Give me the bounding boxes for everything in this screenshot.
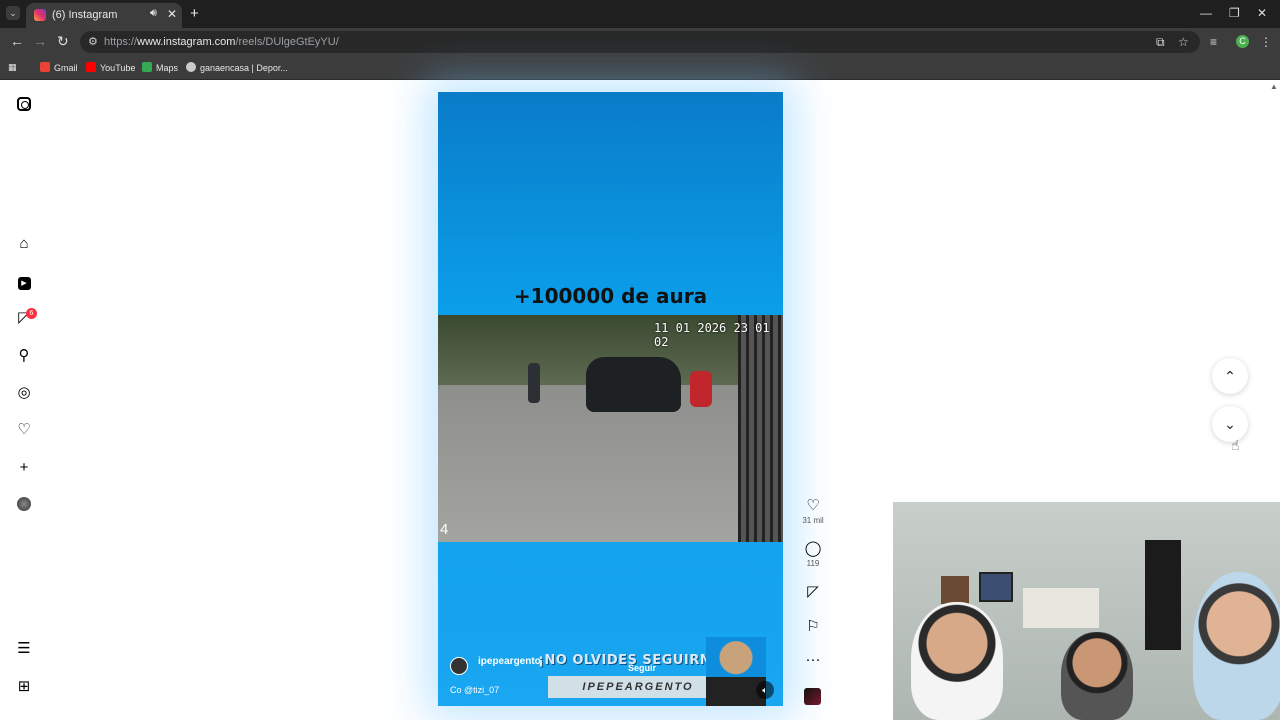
scroll-up-arrow-icon[interactable]: ▲ <box>1270 82 1278 91</box>
person-right <box>1193 572 1280 720</box>
comment-count: 119 <box>806 559 820 568</box>
messages-badge: 6 <box>26 308 37 319</box>
media-controls-icon[interactable]: ≡ <box>1210 35 1217 49</box>
url-text[interactable]: https://www.instagram.com/reels/DUlgeGtE… <box>104 36 339 48</box>
more-menu-icon[interactable]: ☰ <box>16 641 32 657</box>
more-options-action[interactable]: ··· <box>802 652 824 668</box>
menu-kebab-icon[interactable]: ⋮ <box>1260 35 1272 49</box>
bookmark-ganaencasa[interactable]: ganaencasa | Depor... <box>186 62 288 73</box>
chevron-down-icon: ⌄ <box>1224 416 1236 432</box>
wall-picture <box>941 576 969 604</box>
wall-picture <box>979 572 1013 602</box>
motorcycle-riders <box>690 371 712 407</box>
mute-toggle-icon[interactable]: 🔈︎ <box>756 681 774 699</box>
reel-author-username[interactable]: ipepeargento <box>478 656 541 667</box>
reels-icon[interactable]: ▶ <box>16 273 32 290</box>
maps-icon <box>142 62 152 72</box>
reload-icon[interactable]: ↻ <box>57 33 69 50</box>
cctv-footage: 11 01 2026 23 01 02 4 <box>438 315 783 542</box>
comment-action[interactable]: ◯ 119 <box>802 541 824 569</box>
forward-icon[interactable]: → <box>33 33 47 49</box>
tab-close-button[interactable]: ✕ <box>167 7 177 21</box>
reel-video[interactable]: +100000 de aura 11 01 2026 23 01 02 4 ip… <box>438 92 783 706</box>
profile-avatar[interactable]: C <box>1236 35 1249 48</box>
running-person <box>528 363 540 403</box>
youtube-icon <box>86 62 96 72</box>
cctv-timestamp: 11 01 2026 23 01 02 <box>654 321 770 349</box>
tab-search-icon[interactable]: ⌄ <box>6 6 20 20</box>
comment-icon[interactable]: ◯ <box>802 541 824 557</box>
browser-tab-strip: ⌄ (6) Instagram 🔊︎ ✕ + — ❐ ✕ <box>0 0 1280 28</box>
address-bar[interactable]: ⚙ https://www.instagram.com/reels/DUlgeG… <box>80 31 1200 53</box>
like-count: 31 mil <box>802 516 824 525</box>
new-tab-button[interactable]: + <box>190 5 199 22</box>
next-reel-button[interactable]: ⌄ <box>1212 406 1248 442</box>
heart-icon[interactable]: ♡ <box>802 498 824 514</box>
bookmark-youtube[interactable]: YouTube <box>86 62 135 73</box>
chevron-up-icon: ⌃ <box>1224 368 1236 384</box>
also-from-meta-icon[interactable]: ⊞ <box>16 679 32 695</box>
speaker-icon[interactable]: 🔊︎ <box>150 7 157 20</box>
apps-grid-icon[interactable]: ▦ <box>8 62 17 73</box>
window-close-icon[interactable]: ✕ <box>1257 6 1267 20</box>
bookmark-gmail[interactable]: Gmail <box>40 62 78 73</box>
browser-tab-instagram[interactable]: (6) Instagram 🔊︎ ✕ <box>26 3 182 28</box>
install-app-icon[interactable]: ⧉ <box>1156 35 1165 50</box>
browser-toolbar: ← → ↻ ⚙ https://www.instagram.com/reels/… <box>0 28 1280 56</box>
person-left <box>911 602 1003 720</box>
create-plus-icon[interactable]: + <box>16 460 32 476</box>
notifications-heart-icon[interactable]: ♡ <box>16 422 32 438</box>
iron-fence <box>738 315 783 542</box>
dark-door <box>1145 540 1181 650</box>
bookmark-icon[interactable]: ⚐ <box>802 619 824 635</box>
previous-reel-button[interactable]: ⌃ <box>1212 358 1248 394</box>
person-middle <box>1061 632 1133 720</box>
home-icon[interactable]: ⌂ <box>16 236 32 252</box>
save-action[interactable]: ⚐ <box>802 619 824 635</box>
bookmarks-bar: ▦ Gmail YouTube Maps ganaencasa | Depor.… <box>0 56 1280 80</box>
reel-author-avatar[interactable] <box>450 657 468 675</box>
gmail-icon <box>40 62 50 72</box>
restore-icon[interactable]: ❐ <box>1229 6 1240 20</box>
hand-cursor-icon: ☝ <box>1231 437 1240 453</box>
share-action[interactable]: ◸ <box>802 584 824 600</box>
curtain <box>1023 588 1099 628</box>
back-icon[interactable]: ← <box>10 33 24 49</box>
explore-compass-icon[interactable]: ◎ <box>16 385 32 401</box>
follow-button[interactable]: Seguir <box>628 663 656 673</box>
audio-track-thumbnail[interactable] <box>804 688 821 705</box>
reel-audio-credit[interactable]: Co @tizi_07 <box>450 685 499 695</box>
more-dots-icon[interactable]: ··· <box>802 652 824 668</box>
webcam-overlay <box>893 502 1280 720</box>
search-icon[interactable]: ⚲ <box>16 348 32 364</box>
reel-banner-text: IPEPEARGENTO <box>548 676 728 698</box>
globe-icon <box>186 62 196 72</box>
site-info-icon[interactable]: ⚙ <box>88 35 98 48</box>
bookmark-star-icon[interactable]: ☆ <box>1178 35 1189 49</box>
clip-number: 4 <box>440 521 449 538</box>
share-icon[interactable]: ◸ <box>802 584 824 600</box>
instagram-logo-icon[interactable] <box>17 97 31 111</box>
reel-caption-text: +100000 de aura <box>513 284 708 308</box>
parked-car <box>586 357 681 412</box>
like-action[interactable]: ♡ 31 mil <box>802 498 824 526</box>
minimize-icon[interactable]: — <box>1200 6 1212 20</box>
instagram-favicon-icon <box>34 9 46 21</box>
profile-avatar-icon[interactable] <box>16 497 32 513</box>
bookmark-maps[interactable]: Maps <box>142 62 178 73</box>
tab-title: (6) Instagram <box>52 9 118 21</box>
